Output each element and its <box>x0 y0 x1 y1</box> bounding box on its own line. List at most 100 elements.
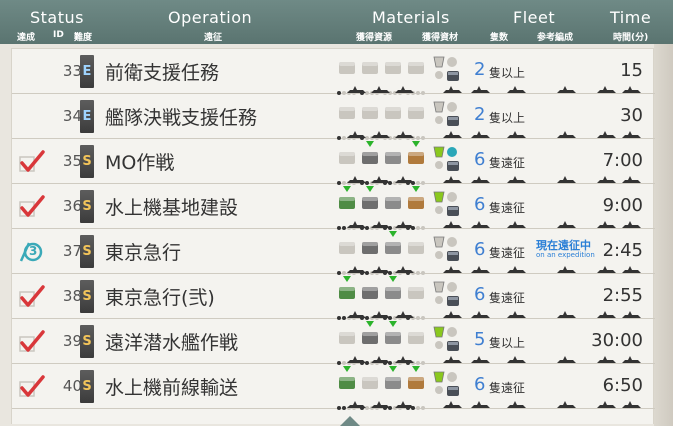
expedition-id: 34 <box>62 107 82 125</box>
check-icon <box>18 149 46 175</box>
fuel-icon <box>337 373 357 391</box>
check-icon <box>18 194 46 220</box>
bonus-arrow-icon <box>389 276 397 282</box>
ammo-icon <box>360 238 380 256</box>
steel-icon <box>383 238 403 256</box>
difficulty-badge: E <box>80 55 94 88</box>
difficulty-badge: S <box>80 370 94 403</box>
bonus-arrow-icon <box>343 276 351 282</box>
devmats-subheader: 獲得資材 <box>422 33 459 43</box>
expedition-time: 30:00 <box>591 330 643 351</box>
expedition-name[interactable]: 前衛支援任務 <box>105 58 219 85</box>
expedition-name[interactable]: 東京急行 <box>105 238 181 265</box>
expedition-time: 9:00 <box>602 195 643 216</box>
steel-icon <box>383 58 403 76</box>
table-row[interactable]: 33 E 前衛支援任務 2 隻以上 15 <box>12 49 655 95</box>
time-header: Time <box>610 8 652 27</box>
bonus-arrow-icon <box>366 186 374 192</box>
bonus-arrow-icon <box>412 186 420 192</box>
bauxite-icon <box>406 193 426 211</box>
steel-icon <box>383 193 403 211</box>
steel-icon <box>383 373 403 391</box>
status-empty <box>18 59 46 85</box>
bauxite-icon <box>406 328 426 346</box>
difficulty-badge: E <box>80 100 94 133</box>
expedition-time: 15 <box>620 60 643 81</box>
bauxite-icon <box>406 148 426 166</box>
ref-fleet-subheader: 参考編成 <box>537 33 574 43</box>
difficulty-badge: S <box>80 145 94 178</box>
achieved-subheader: 達成 <box>17 33 36 43</box>
bonus-arrow-icon <box>389 231 397 237</box>
expedition-id: 38 <box>62 287 82 305</box>
expedition-progress-icon: 3 <box>18 239 46 265</box>
steel-icon <box>383 148 403 166</box>
difficulty-subheader: 難度 <box>74 33 93 43</box>
time-subheader: 時間(分) <box>613 33 649 43</box>
ship-silhouette-icon <box>347 79 647 93</box>
check-icon <box>18 284 46 310</box>
fleet-ship-count: 2 <box>474 104 486 125</box>
fuel-icon <box>337 148 357 166</box>
ship-count-subheader: 隻数 <box>490 33 509 43</box>
fuel-icon <box>337 58 357 76</box>
expedition-time: 2:45 <box>602 240 643 261</box>
fuel-icon <box>337 283 357 301</box>
difficulty-badge: S <box>80 280 94 313</box>
bauxite-icon <box>406 103 426 121</box>
bauxite-icon <box>406 58 426 76</box>
fuel-icon <box>337 193 357 211</box>
expedition-time: 7:00 <box>602 150 643 171</box>
operation-header: Operation <box>168 8 253 27</box>
bonus-arrow-icon <box>343 366 351 372</box>
fuel-icon <box>337 238 357 256</box>
expedition-list: 33 E 前衛支援任務 2 隻以上 15 34 E 艦隊決戦支援任務 2 隻以上 30 35 S MO作戦 6… <box>11 48 655 424</box>
bauxite-icon <box>406 238 426 256</box>
expedition-id: 36 <box>62 197 82 215</box>
ship-silhouette-icon <box>347 124 647 138</box>
ammo-icon <box>360 193 380 211</box>
table-row[interactable]: 35 S MO作戦 6 隻遠征 7:00 <box>12 139 655 185</box>
expedition-name[interactable]: MO作戦 <box>105 148 174 175</box>
bonus-arrow-icon <box>366 141 374 147</box>
fleet-ship-count: 6 <box>474 149 486 170</box>
expedition-id: 35 <box>62 152 82 170</box>
fleet-ship-count: 6 <box>474 239 486 260</box>
table-row[interactable]: 38 S 東京急行(弐) 6 隻遠征 2:55 <box>12 274 655 320</box>
on-expedition-sublabel: on an expedition <box>536 251 595 259</box>
expedition-name[interactable]: 水上機基地建設 <box>105 193 238 220</box>
resources-subheader: 獲得資源 <box>356 33 393 43</box>
steel-icon <box>383 283 403 301</box>
table-row[interactable]: 34 E 艦隊決戦支援任務 2 隻以上 30 <box>12 94 655 140</box>
scrollbar-track[interactable] <box>654 44 673 426</box>
expedition-id: 40 <box>62 377 82 395</box>
expedition-name[interactable]: 東京急行(弐) <box>105 283 215 310</box>
steel-icon <box>383 328 403 346</box>
bonus-arrow-icon <box>343 186 351 192</box>
table-row[interactable]: 39 S 遠洋潜水艦作戦 5 隻以上 30:00 <box>12 319 655 365</box>
difficulty-badge: S <box>80 325 94 358</box>
table-row[interactable]: 40 S 水上機前線輸送 6 隻遠征 6:50 <box>12 364 655 410</box>
bonus-arrow-icon <box>412 141 420 147</box>
ammo-icon <box>360 283 380 301</box>
expedition-name[interactable]: 水上機前線輸送 <box>105 373 238 400</box>
fleet-header: Fleet <box>513 8 556 27</box>
table-row[interactable]: 3 37 S 東京急行 6 隻遠征 現在遠征中 on an expedition 2:45 <box>12 229 655 275</box>
table-row[interactable]: 36 S 水上機基地建設 6 隻遠征 9:00 <box>12 184 655 230</box>
status-header: Status <box>30 8 84 27</box>
difficulty-badge: S <box>80 235 94 268</box>
fuel-icon <box>337 103 357 121</box>
check-icon <box>18 374 46 400</box>
id-subheader: ID <box>53 30 64 40</box>
difficulty-badge: S <box>80 190 94 223</box>
expedition-name[interactable]: 遠洋潜水艦作戦 <box>105 328 238 355</box>
ammo-icon <box>360 148 380 166</box>
fleet-ship-count: 6 <box>474 194 486 215</box>
scroll-down-arrow-icon[interactable] <box>340 416 360 426</box>
expedition-name[interactable]: 艦隊決戦支援任務 <box>105 103 257 130</box>
steel-icon <box>383 103 403 121</box>
ammo-icon <box>360 58 380 76</box>
bonus-arrow-icon <box>389 366 397 372</box>
bauxite-icon <box>406 373 426 391</box>
list-header: Status Operation Materials Fleet Time 達成… <box>0 0 673 44</box>
